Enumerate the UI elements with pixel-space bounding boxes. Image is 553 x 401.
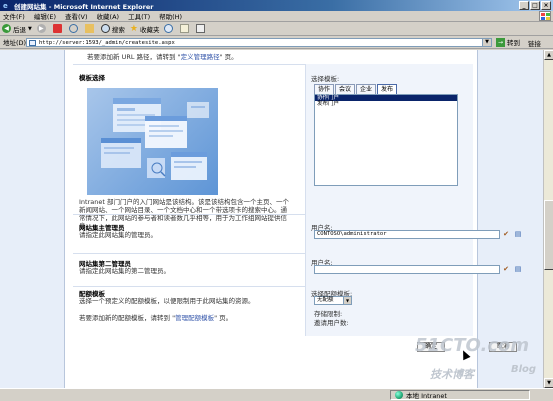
- template-tabs: 协作 会议 企业 发布: [314, 84, 398, 94]
- go-label: 转到: [507, 39, 520, 47]
- page-margin-left: [0, 50, 64, 388]
- address-bar: 地址(D) http://server:1593/_admin/createsi…: [0, 36, 553, 49]
- search-button[interactable]: 搜索: [100, 24, 125, 34]
- watermark-site: 51CTO.com: [415, 335, 530, 356]
- note-text: 若要添加新 URL 路径，请转到 ": [87, 53, 181, 61]
- home-icon: [84, 24, 94, 33]
- quota-note: 若要添加新的配额模板，请转到 "管理配额模板" 页。: [79, 314, 232, 322]
- windows-flag-icon: [539, 11, 551, 21]
- maximize-button[interactable]: □: [530, 1, 540, 10]
- ie-icon: e: [3, 1, 8, 10]
- browse-address-book-icon[interactable]: ▤: [514, 230, 522, 238]
- watermark-tagline: 技术博客: [430, 368, 474, 381]
- stop-icon: [52, 24, 62, 33]
- tab-enterprise[interactable]: 企业: [356, 84, 377, 94]
- back-arrow-icon: ◀: [2, 24, 11, 33]
- tab-collaboration[interactable]: 协作: [314, 84, 335, 94]
- history-icon: [164, 24, 174, 33]
- chevron-down-icon: ▼: [343, 297, 351, 304]
- primary-admin-description: 请指定此网站集的管理员。: [79, 231, 157, 239]
- page-viewport: 若要添加新 URL 路径，请转到 "定义管理路径" 页。 模板选择 Intran…: [0, 50, 543, 388]
- security-zone-label: 本地 Intranet: [406, 392, 447, 400]
- menu-view[interactable]: 查看(V): [65, 11, 88, 21]
- go-button[interactable]: → 转到: [496, 37, 520, 47]
- menu-favorites[interactable]: 收藏(A): [97, 11, 120, 21]
- quota-template-select[interactable]: 无配额 ▼: [314, 296, 352, 305]
- tab-meetings[interactable]: 会议: [335, 84, 356, 94]
- check-names-icon[interactable]: ✔: [502, 265, 510, 273]
- quota-note-text: 若要添加新的配额模板，请转到 ": [79, 314, 176, 322]
- quota-select-value: 无配额: [317, 297, 334, 303]
- globe-icon: [395, 391, 403, 399]
- security-zone: 本地 Intranet: [390, 390, 530, 400]
- note-text-end: " 页。: [219, 53, 238, 61]
- minimize-button[interactable]: _: [519, 1, 529, 10]
- page-content: 若要添加新 URL 路径，请转到 "定义管理路径" 页。 模板选择 Intran…: [64, 50, 536, 388]
- home-button[interactable]: [84, 24, 96, 33]
- check-names-icon[interactable]: ✔: [502, 230, 510, 238]
- address-input[interactable]: http://server:1593/_admin/createsite.asp…: [26, 38, 492, 47]
- primary-admin-input[interactable]: CONTOSO\administrator: [314, 230, 500, 239]
- invited-users-label: 邀请用户数:: [314, 319, 349, 327]
- address-dropdown-button[interactable]: ▼: [482, 38, 492, 47]
- window-title: 创建网站集 - Microsoft Internet Explorer: [14, 2, 154, 11]
- menu-bar: 文件(F) 编辑(E) 查看(V) 收藏(A) 工具(T) 帮助(H): [0, 11, 553, 22]
- star-icon: ★: [129, 23, 138, 34]
- back-label: 后退: [13, 25, 26, 34]
- status-bar: 本地 Intranet: [0, 388, 553, 401]
- tab-publishing[interactable]: 发布: [377, 84, 398, 94]
- scroll-up-button[interactable]: ▲: [544, 50, 553, 60]
- secondary-admin-input[interactable]: [314, 265, 500, 274]
- browse-address-book-icon[interactable]: ▤: [514, 265, 522, 273]
- mail-button[interactable]: [180, 24, 191, 33]
- links-button[interactable]: 链接: [528, 38, 541, 48]
- title-bar: e 创建网站集 - Microsoft Internet Explorer _ …: [0, 0, 553, 11]
- menu-tools[interactable]: 工具(T): [128, 11, 150, 21]
- forward-button[interactable]: ▶: [36, 24, 48, 33]
- window-controls: _ □ ×: [519, 1, 551, 10]
- close-button[interactable]: ×: [541, 1, 551, 10]
- print-button[interactable]: [196, 24, 207, 33]
- stop-button[interactable]: [52, 24, 64, 33]
- scroll-down-button[interactable]: ▼: [544, 378, 553, 388]
- define-managed-paths-link[interactable]: 定义管理路径: [181, 53, 220, 61]
- address-url: http://server:1593/_admin/createsite.asp…: [39, 39, 175, 46]
- watermark-blog: Blog: [511, 364, 537, 375]
- forward-arrow-icon: ▶: [36, 24, 46, 33]
- print-icon: [196, 24, 206, 33]
- menu-edit[interactable]: 编辑(E): [34, 11, 56, 21]
- scroll-thumb[interactable]: [544, 200, 553, 270]
- template-preview-image: [87, 88, 218, 195]
- template-item-publishing-portal[interactable]: 发布门户: [315, 101, 457, 107]
- quota-description: 选择一个预定义的配额模板，以便限制用于此网站集的资源。: [79, 297, 255, 305]
- back-button[interactable]: ◀ 后退 ▼: [2, 24, 32, 34]
- mail-icon: [180, 24, 190, 33]
- history-button[interactable]: [164, 24, 175, 33]
- choose-template-label: 选择模板:: [311, 75, 340, 83]
- favorites-label: 收藏夹: [139, 25, 160, 34]
- quota-note-text-end: " 页。: [214, 314, 233, 322]
- address-label: 地址(D): [3, 39, 27, 47]
- refresh-icon: [68, 24, 78, 33]
- manage-quota-templates-link[interactable]: 管理配额模板: [175, 314, 214, 322]
- vertical-scrollbar[interactable]: ▲ ▼: [543, 50, 553, 388]
- search-label: 搜索: [111, 25, 125, 34]
- menu-file[interactable]: 文件(F): [3, 11, 25, 21]
- template-section-title: 模板选择: [79, 74, 105, 82]
- managed-path-note: 若要添加新 URL 路径，请转到 "定义管理路径" 页。: [87, 51, 238, 61]
- favorites-button[interactable]: ★ 收藏夹: [130, 24, 160, 34]
- chevron-down-icon: ▼: [28, 25, 32, 32]
- toolbar: ◀ 后退 ▼ ▶ 搜索 ★ 收藏夹: [0, 22, 553, 36]
- secondary-admin-description: 请指定此网站集的第二管理员。: [79, 267, 170, 275]
- go-arrow-icon: →: [496, 37, 505, 47]
- page-icon: [29, 40, 36, 46]
- search-icon: [100, 24, 110, 33]
- template-list[interactable]: 协作门户 发布门户: [314, 94, 458, 186]
- refresh-button[interactable]: [68, 24, 80, 33]
- menu-help[interactable]: 帮助(H): [159, 11, 182, 21]
